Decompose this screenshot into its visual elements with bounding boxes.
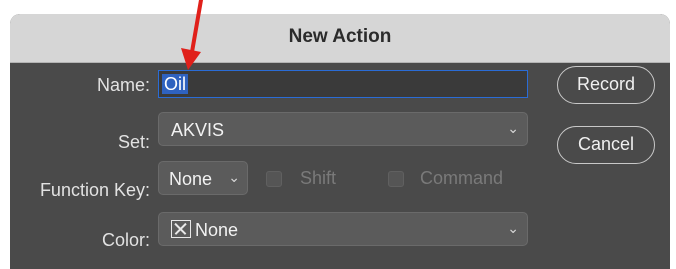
color-select[interactable]: None ⌄	[158, 212, 528, 246]
color-label: Color:	[101, 230, 150, 250]
record-button[interactable]: Record	[557, 66, 655, 104]
function-key-select[interactable]: None ⌄	[158, 161, 248, 195]
dialog-titlebar: New Action	[10, 14, 670, 63]
x-box-icon	[171, 220, 191, 238]
function-key-label: Function Key:	[39, 180, 150, 200]
name-field[interactable]: Oil	[158, 70, 528, 98]
name-label: Name:	[96, 75, 150, 95]
chevron-down-icon: ⌄	[228, 169, 240, 185]
set-label: Set:	[117, 132, 150, 152]
chevron-down-icon: ⌄	[507, 220, 519, 236]
name-field-value[interactable]: Oil	[162, 74, 188, 94]
shift-checkbox-label: Shift	[300, 168, 337, 188]
color-select-value: None	[195, 220, 239, 240]
command-checkbox-label: Command	[420, 168, 504, 188]
cancel-button[interactable]: Cancel	[557, 126, 655, 164]
dialog-title: New Action	[288, 26, 392, 47]
set-select[interactable]: AKVIS ⌄	[158, 112, 528, 146]
set-select-value: AKVIS	[171, 120, 225, 140]
function-key-select-value: None	[169, 169, 213, 189]
command-checkbox[interactable]	[388, 171, 404, 187]
chevron-down-icon: ⌄	[507, 120, 519, 136]
shift-checkbox[interactable]	[266, 171, 282, 187]
